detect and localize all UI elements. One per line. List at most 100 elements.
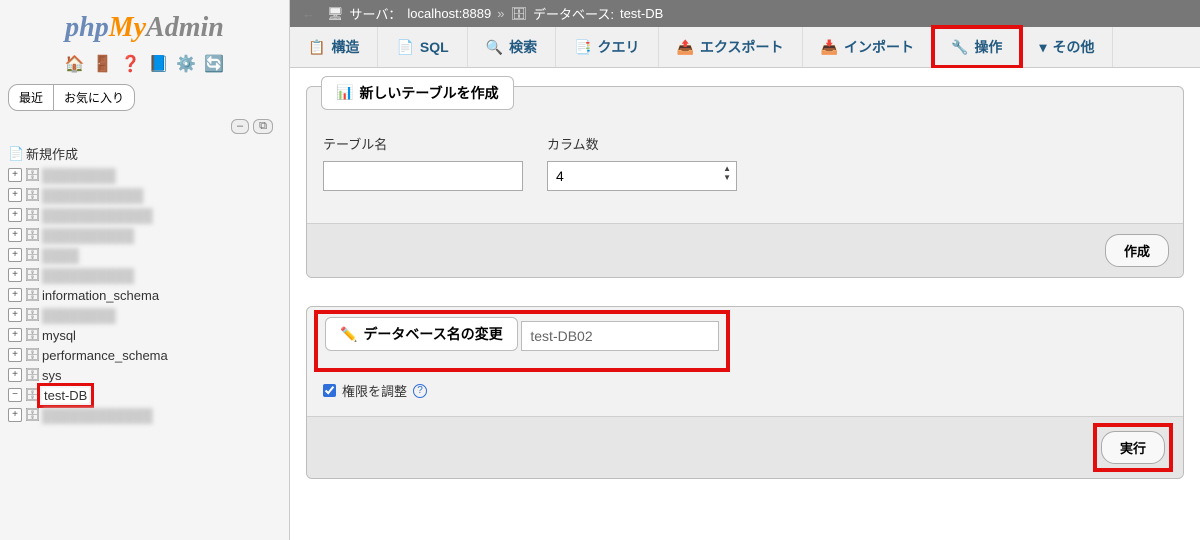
expand-icon[interactable]: + <box>8 248 22 262</box>
tab-recent[interactable]: 最近 <box>8 84 54 111</box>
help-icon[interactable]: ? <box>413 384 427 398</box>
db-icon: 🗄 <box>24 287 40 303</box>
column-count-label: カラム数 <box>547 134 737 153</box>
execute-highlight-box: 実行 <box>1097 427 1169 468</box>
content-area: 📊 新しいテーブルを作成 テーブル名 カラム数 ▲▼ <box>290 68 1200 540</box>
tree-item-test-db[interactable]: −🗄test-DB <box>8 385 281 405</box>
export-icon: 📤 <box>677 39 694 56</box>
search-icon: 🔍 <box>486 39 503 56</box>
tab-search[interactable]: 🔍検索 <box>468 27 556 67</box>
db-icon: 🗄 <box>24 367 40 383</box>
expand-icon[interactable]: + <box>8 308 22 322</box>
rename-db-title: ✏️ データベース名の変更 <box>325 317 518 351</box>
db-icon: 🗄 <box>24 187 40 203</box>
collapse-icon[interactable]: – <box>231 119 249 134</box>
expand-icon[interactable]: + <box>8 208 22 222</box>
tab-favorites[interactable]: お気に入り <box>54 84 135 111</box>
db-icon: 🗄 <box>24 387 40 403</box>
logo-admin: Admin <box>146 12 224 43</box>
db-icon: 🗄 <box>24 227 40 243</box>
settings-icon[interactable]: ⚙️ <box>176 54 196 74</box>
sidebar-toolbar: 🏠 🚪 ❓ 📘 ⚙️ 🔄 <box>8 54 281 74</box>
logo-my: My <box>109 12 146 43</box>
tab-export[interactable]: 📤エクスポート <box>659 27 803 67</box>
rename-db-input[interactable] <box>521 321 719 351</box>
tree-item-blurred[interactable]: +🗄████████ <box>8 305 281 325</box>
query-icon: 📑 <box>574 39 591 56</box>
tab-operation[interactable]: 🔧操作 <box>933 27 1021 67</box>
expand-icon[interactable]: + <box>8 188 22 202</box>
tree-new-label: 新規作成 <box>26 144 78 163</box>
rename-db-panel: ✏️ データベース名の変更 権限を調整 ? 実行 <box>306 306 1184 480</box>
db-icon: 🗄 <box>24 247 40 263</box>
tree-item-blurred[interactable]: +🗄██████████ <box>8 265 281 285</box>
docs-icon[interactable]: 📘 <box>149 54 169 74</box>
home-icon[interactable]: 🏠 <box>65 54 85 74</box>
tree-item-blurred[interactable]: +🗄████ <box>8 245 281 265</box>
expand-icon[interactable]: + <box>8 228 22 242</box>
tree-item-blurred[interactable]: +🗄████████ <box>8 165 281 185</box>
db-label: データベース: <box>533 4 614 23</box>
tree-item-information-schema[interactable]: +🗄information_schema <box>8 285 281 305</box>
expand-icon[interactable]: + <box>8 348 22 362</box>
db-value[interactable]: test-DB <box>620 6 663 21</box>
execute-button[interactable]: 実行 <box>1101 431 1165 464</box>
tab-import[interactable]: 📥インポート <box>803 27 933 67</box>
tab-more[interactable]: ▾その他 <box>1021 27 1113 67</box>
link-icon[interactable]: ⧉ <box>253 119 273 134</box>
tab-sql[interactable]: 📄SQL <box>378 27 467 67</box>
rename-highlight-box: ✏️ データベース名の変更 <box>317 313 727 370</box>
expand-icon[interactable]: + <box>8 368 22 382</box>
db-icon: 🗄 <box>24 347 40 363</box>
tab-query[interactable]: 📑クエリ <box>556 27 658 67</box>
tree-item-performance-schema[interactable]: +🗄performance_schema <box>8 345 281 365</box>
wrench-icon: 🔧 <box>951 39 968 56</box>
db-icon: 🗄 <box>24 407 40 423</box>
expand-icon[interactable]: + <box>8 168 22 182</box>
server-value[interactable]: localhost:8889 <box>407 6 491 21</box>
table-name-input[interactable] <box>323 161 523 191</box>
tree-item-sys[interactable]: +🗄sys <box>8 365 281 385</box>
help-icon[interactable]: ❓ <box>121 54 141 74</box>
tree-item-blurred[interactable]: +🗄██████████ <box>8 225 281 245</box>
db-icon: 🗄 <box>24 307 40 323</box>
adjust-privileges-checkbox[interactable] <box>323 384 336 397</box>
logo[interactable]: phpMyAdmin <box>8 8 281 50</box>
logo-php: php <box>65 12 109 43</box>
column-count-input[interactable] <box>547 161 737 191</box>
tree-controls: – ⧉ <box>16 119 273 134</box>
expand-icon[interactable]: + <box>8 268 22 282</box>
tree-item-blurred[interactable]: +🗄███████████ <box>8 185 281 205</box>
table-icon: 📊 <box>336 84 353 101</box>
chevron-down-icon[interactable]: ▼ <box>723 173 731 182</box>
create-button[interactable]: 作成 <box>1105 234 1169 267</box>
column-count-field: カラム数 ▲▼ <box>547 134 737 191</box>
breadcrumb: ← 🖥 サーバ： localhost:8889 » 🗄 データベース: test… <box>290 0 1200 27</box>
expand-icon[interactable]: + <box>8 408 22 422</box>
structure-icon: 📋 <box>308 39 325 56</box>
new-db-icon: 📄 <box>8 146 24 162</box>
stepper-arrows[interactable]: ▲▼ <box>723 164 731 182</box>
separator: » <box>497 6 504 21</box>
tree-item-blurred[interactable]: +🗄████████████ <box>8 405 281 425</box>
expand-icon[interactable]: + <box>8 288 22 302</box>
create-table-panel: 📊 新しいテーブルを作成 テーブル名 カラム数 ▲▼ <box>306 86 1184 278</box>
tree-new-database[interactable]: 📄 新規作成 <box>8 142 281 165</box>
reload-icon[interactable]: 🔄 <box>204 54 224 74</box>
tab-structure[interactable]: 📋構造 <box>290 27 378 67</box>
server-icon: 🖥 <box>327 6 344 22</box>
table-name-label: テーブル名 <box>323 134 523 153</box>
database-icon: 🗄 <box>510 6 527 22</box>
collapse-icon[interactable]: − <box>8 388 22 402</box>
pencil-icon: ✏️ <box>340 326 357 343</box>
back-arrow-icon[interactable]: ← <box>300 6 321 21</box>
expand-icon[interactable]: + <box>8 328 22 342</box>
chevron-up-icon[interactable]: ▲ <box>723 164 731 173</box>
adjust-privileges-label: 権限を調整 <box>342 381 407 400</box>
tree-item-mysql[interactable]: +🗄mysql <box>8 325 281 345</box>
sql-icon: 📄 <box>396 39 413 56</box>
tree-item-blurred[interactable]: +🗄████████████ <box>8 205 281 225</box>
db-icon: 🗄 <box>24 207 40 223</box>
exit-icon[interactable]: 🚪 <box>93 54 113 74</box>
database-tree: 📄 新規作成 +🗄████████ +🗄███████████ +🗄██████… <box>8 142 281 425</box>
